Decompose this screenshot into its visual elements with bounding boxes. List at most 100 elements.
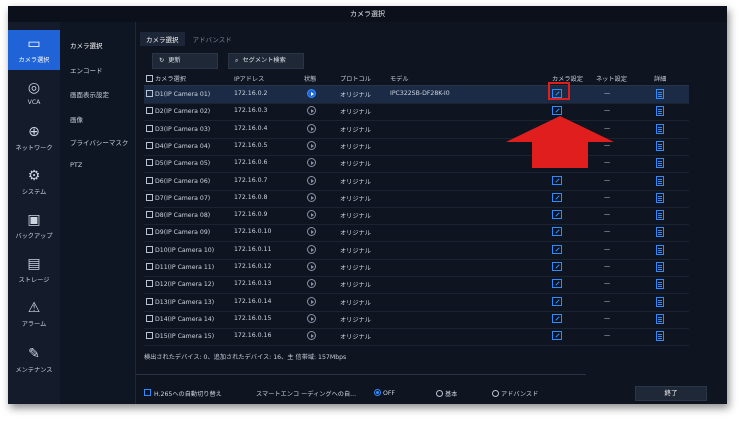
- status-play-icon[interactable]: [307, 227, 316, 237]
- sidebar-item-label: メンテナンス: [15, 367, 53, 374]
- details-icon[interactable]: [656, 296, 664, 307]
- edit-icon[interactable]: [552, 175, 562, 185]
- edit-icon[interactable]: [552, 210, 562, 220]
- select-all-checkbox[interactable]: カメラ選択: [146, 74, 186, 83]
- table-row[interactable]: D9(IP Camera 09) 172.16.0.10 オリジナル —: [144, 224, 689, 243]
- sidebar-item-5[interactable]: ▤ ストレージ: [8, 250, 60, 290]
- sidebar-item-4[interactable]: ▣ バックアップ: [8, 206, 60, 246]
- sidebar-item-2[interactable]: ⊕ ネットワーク: [8, 118, 60, 158]
- table-row[interactable]: D10(IP Camera 10) 172.16.0.11 オリジナル —: [144, 242, 689, 260]
- row-checkbox[interactable]: D1(IP Camera 01): [146, 90, 210, 98]
- sidebar-item-3[interactable]: ⚙ システム: [8, 162, 60, 202]
- status-play-icon[interactable]: [307, 296, 316, 306]
- status-play-icon[interactable]: [307, 313, 316, 323]
- edit-icon[interactable]: [552, 227, 562, 237]
- details-icon[interactable]: [656, 331, 664, 342]
- table-row[interactable]: D11(IP Camera 11) 172.16.0.12 オリジナル —: [144, 259, 689, 277]
- details-icon[interactable]: [656, 123, 664, 134]
- segment-search-button[interactable]: ⌕ セグメント検索: [228, 53, 304, 69]
- refresh-button[interactable]: ↻ 更新: [152, 53, 218, 69]
- status-play-icon[interactable]: [307, 106, 316, 116]
- row-checkbox[interactable]: D12(IP Camera 12): [146, 280, 214, 288]
- details-icon[interactable]: [656, 106, 664, 117]
- row-checkbox[interactable]: D8(IP Camera 08): [146, 211, 210, 219]
- status-play-icon[interactable]: [307, 140, 316, 150]
- row-checkbox[interactable]: D5(IP Camera 05): [146, 159, 210, 167]
- subnav-item-4[interactable]: プライバシーマスク: [70, 137, 128, 147]
- row-checkbox[interactable]: D11(IP Camera 11): [146, 263, 214, 271]
- edit-icon[interactable]: [552, 192, 562, 202]
- row-checkbox[interactable]: D6(IP Camera 06): [146, 176, 210, 185]
- table-row[interactable]: D7(IP Camera 07) 172.16.0.8 オリジナル —: [144, 190, 689, 208]
- details-icon[interactable]: [656, 175, 664, 186]
- row-checkbox[interactable]: D2(IP Camera 02): [146, 107, 210, 115]
- subnav-item-1[interactable]: エンコード: [70, 65, 103, 75]
- row-checkbox[interactable]: D15(IP Camera 15): [146, 332, 214, 340]
- details-icon[interactable]: [656, 313, 664, 324]
- table-row[interactable]: D6(IP Camera 06) 172.16.0.7 オリジナル —: [144, 173, 689, 191]
- edit-icon[interactable]: [552, 296, 562, 306]
- protocol: オリジナル: [340, 195, 371, 203]
- row-checkbox[interactable]: D10(IP Camera 10): [146, 245, 215, 254]
- status-play-icon[interactable]: [307, 123, 316, 133]
- subnav-item-3[interactable]: 画像: [70, 114, 83, 124]
- camera-name: D10(IP Camera 10): [155, 246, 215, 254]
- details-icon[interactable]: [656, 158, 664, 169]
- backup-icon: ▣: [27, 212, 41, 228]
- row-checkbox[interactable]: D13(IP Camera 13): [146, 297, 214, 306]
- details-icon[interactable]: [656, 227, 664, 238]
- edit-icon[interactable]: [552, 279, 562, 289]
- camera-name: D3(IP Camera 03): [155, 125, 211, 133]
- radio-advanced[interactable]: アドバンスド: [492, 389, 538, 398]
- status-play-icon[interactable]: [307, 331, 316, 341]
- sidebar-item-7[interactable]: ✎ メンテナンス: [8, 340, 60, 380]
- sidebar-item-1[interactable]: ◎ VCA: [8, 74, 60, 114]
- status-play-icon[interactable]: [307, 210, 316, 220]
- h265-checkbox[interactable]: [144, 389, 151, 396]
- edit-icon[interactable]: [552, 313, 562, 323]
- edit-icon[interactable]: [552, 244, 562, 254]
- details-icon[interactable]: [656, 89, 664, 99]
- row-checkbox[interactable]: D14(IP Camera 14): [146, 314, 214, 323]
- subnav-item-5[interactable]: PTZ: [70, 161, 82, 169]
- subnav-item-2[interactable]: 画面表示設定: [70, 89, 109, 99]
- table-row[interactable]: D14(IP Camera 14) 172.16.0.15 オリジナル —: [144, 311, 689, 329]
- status-play-icon[interactable]: [307, 158, 316, 168]
- radio-basic[interactable]: 基本: [436, 389, 457, 398]
- sidebar-item-0[interactable]: ▭ カメラ選択: [8, 30, 60, 70]
- details-icon[interactable]: [656, 244, 664, 255]
- sidebar-item-6[interactable]: ⚠ アラーム: [8, 294, 60, 334]
- network-settings-value: —: [604, 297, 611, 305]
- edit-icon[interactable]: [552, 262, 562, 271]
- row-checkbox[interactable]: D3(IP Camera 03): [146, 124, 211, 133]
- details-icon[interactable]: [656, 140, 664, 151]
- subnav-item-0[interactable]: カメラ選択: [70, 40, 103, 50]
- status-play-icon[interactable]: [307, 175, 316, 185]
- status-play-icon[interactable]: [307, 192, 316, 202]
- details-icon[interactable]: [656, 279, 664, 290]
- tab-advanced[interactable]: アドバンスド: [187, 32, 238, 46]
- edit-icon[interactable]: [552, 331, 562, 341]
- tab-camera-select[interactable]: カメラ選択: [140, 32, 185, 46]
- details-icon[interactable]: [656, 210, 664, 221]
- table-row[interactable]: D12(IP Camera 12) 172.16.0.13 オリジナル —: [144, 276, 689, 295]
- details-icon[interactable]: [656, 192, 664, 203]
- status-play-icon[interactable]: [307, 89, 316, 98]
- row-checkbox[interactable]: D7(IP Camera 07): [146, 193, 210, 202]
- status-play-icon[interactable]: [307, 244, 316, 254]
- details-icon[interactable]: [656, 262, 664, 272]
- table-row[interactable]: D8(IP Camera 08) 172.16.0.9 オリジナル —: [144, 207, 689, 226]
- table-row[interactable]: D1(IP Camera 01) 172.16.0.2 オリジナル IPC322SB-…: [144, 86, 689, 104]
- row-checkbox[interactable]: D4(IP Camera 04): [146, 141, 210, 150]
- camera-name: D8(IP Camera 08): [155, 212, 211, 220]
- protocol: オリジナル: [340, 334, 371, 342]
- close-button[interactable]: 終了: [635, 386, 707, 401]
- protocol: オリジナル: [340, 230, 371, 238]
- status-play-icon[interactable]: [307, 262, 316, 271]
- header-camera: カメラ選択: [155, 76, 186, 83]
- radio-off[interactable]: OFF: [374, 389, 395, 397]
- table-row[interactable]: D13(IP Camera 13) 172.16.0.14 オリジナル —: [144, 294, 689, 312]
- table-row[interactable]: D15(IP Camera 15) 172.16.0.16 オリジナル —: [144, 328, 689, 347]
- status-play-icon[interactable]: [307, 279, 316, 289]
- row-checkbox[interactable]: D9(IP Camera 09): [146, 228, 210, 236]
